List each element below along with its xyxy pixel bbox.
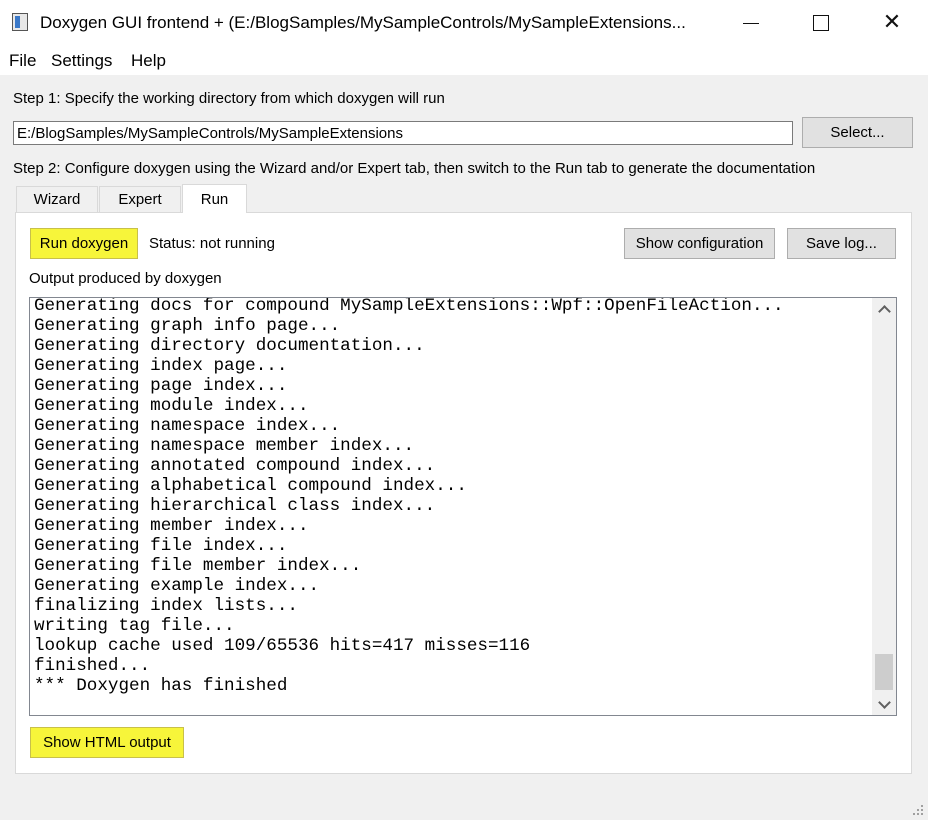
output-line: Generating docs for compound MySampleExt… [34, 297, 784, 316]
save-log-button[interactable]: Save log... [787, 228, 896, 259]
select-directory-button[interactable]: Select... [802, 117, 913, 148]
status-text: Status: not running [149, 235, 275, 252]
title-bar[interactable]: Doxygen GUI frontend + (E:/BlogSamples/M… [0, 0, 928, 46]
scroll-down-button[interactable] [872, 693, 896, 715]
step2-label: Step 2: Configure doxygen using the Wiza… [13, 160, 816, 177]
output-line: lookup cache used 109/65536 hits=417 mis… [34, 636, 531, 656]
menu-settings[interactable]: Settings [51, 51, 112, 71]
output-line: Generating alphabetical compound index..… [34, 476, 467, 496]
output-line: *** Doxygen has finished [34, 676, 288, 696]
output-line: finalizing index lists... [34, 596, 298, 616]
maximize-button[interactable] [786, 0, 856, 46]
menu-bar: File Settings Help [0, 46, 928, 76]
output-line: Generating member index... [34, 516, 309, 536]
output-line: Generating directory documentation... [34, 336, 425, 356]
close-icon: ✕ [882, 10, 902, 35]
step1-label: Step 1: Specify the working directory fr… [13, 90, 445, 107]
output-line: Generating graph info page... [34, 316, 341, 336]
output-line: Generating module index... [34, 396, 309, 416]
output-line: Generating namespace index... [34, 416, 341, 436]
close-button[interactable]: ✕ [857, 0, 927, 46]
output-line: Generating file index... [34, 536, 288, 556]
tab-run[interactable]: Run [182, 184, 247, 213]
vertical-scrollbar[interactable] [872, 298, 896, 715]
run-doxygen-button[interactable]: Run doxygen [30, 228, 138, 259]
working-directory-input[interactable] [13, 121, 793, 145]
menu-help[interactable]: Help [131, 51, 166, 71]
output-label: Output produced by doxygen [29, 270, 222, 287]
maximize-icon [813, 15, 829, 31]
output-line: Generating hierarchical class index... [34, 496, 436, 516]
chevron-up-icon [877, 304, 891, 318]
show-configuration-button[interactable]: Show configuration [624, 228, 775, 259]
output-line: Generating annotated compound index... [34, 456, 436, 476]
resize-grip-icon[interactable] [912, 804, 924, 816]
window-title: Doxygen GUI frontend + (E:/BlogSamples/M… [40, 13, 686, 32]
tab-expert[interactable]: Expert [99, 186, 181, 212]
chevron-down-icon [877, 695, 891, 709]
output-lines: Generating docs for compound MySampleExt… [34, 297, 870, 696]
output-line: Generating example index... [34, 576, 320, 596]
doxygen-app-icon [12, 13, 28, 31]
show-html-output-button[interactable]: Show HTML output [30, 727, 184, 758]
output-line: Generating index page... [34, 356, 288, 376]
menu-file[interactable]: File [9, 51, 36, 71]
minimize-button[interactable] [716, 0, 786, 46]
scroll-up-button[interactable] [872, 298, 896, 320]
output-line: Generating page index... [34, 376, 288, 396]
scrollbar-thumb[interactable] [875, 654, 893, 690]
output-line: writing tag file... [34, 616, 235, 636]
output-line: Generating file member index... [34, 556, 362, 576]
minimize-icon [743, 22, 759, 24]
output-line: Generating namespace member index... [34, 436, 415, 456]
output-log-area[interactable]: Generating docs for compound MySampleExt… [29, 297, 897, 716]
tab-wizard[interactable]: Wizard [16, 186, 98, 212]
doxygen-window: Doxygen GUI frontend + (E:/BlogSamples/M… [0, 0, 928, 820]
output-line: finished... [34, 656, 151, 676]
